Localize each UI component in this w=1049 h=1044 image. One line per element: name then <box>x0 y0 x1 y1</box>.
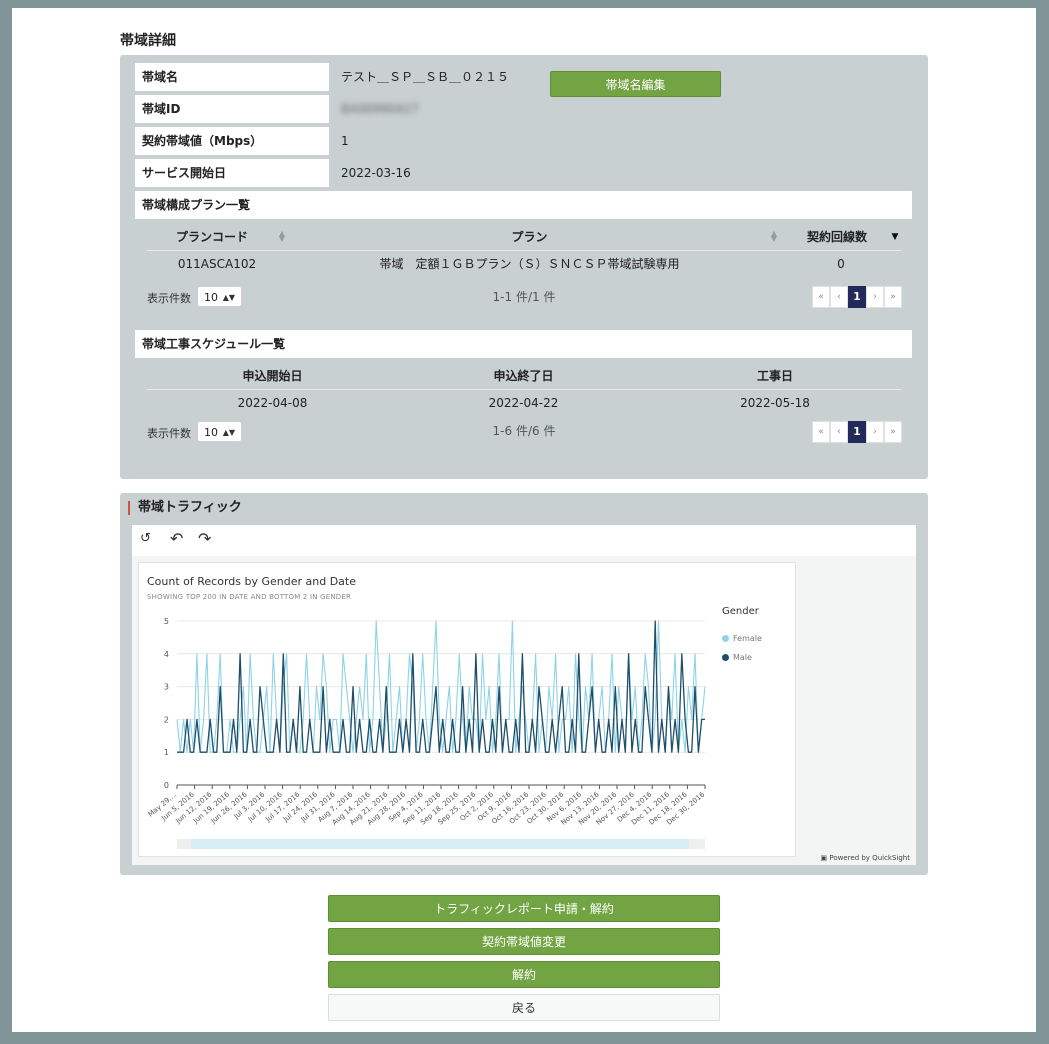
change-bandwidth-button[interactable]: 契約帯域値変更 <box>328 928 720 955</box>
start-date-label: サービス開始日 <box>135 159 329 187</box>
id-value: BA00990427 <box>341 102 419 116</box>
back-button[interactable]: 戻る <box>328 994 720 1021</box>
plan-name-cell: 帯域 定額１ＧＢプラン（Ｓ）ＳＮＣＳＰ帯域試験専用 <box>379 257 680 271</box>
column-plan-code[interactable]: プランコード <box>147 224 277 250</box>
y-tick-label: 1 <box>164 748 169 757</box>
image-icon: ▣ <box>820 854 828 862</box>
redo-icon[interactable]: ↷ <box>198 529 211 548</box>
plan-code-cell: 011ASCA102 <box>177 257 257 271</box>
page-button-1[interactable]: 1 <box>848 421 866 443</box>
reset-icon[interactable]: ↺ <box>140 531 151 546</box>
last-page-button[interactable]: » <box>884 421 902 443</box>
quicksight-frame: ↺ ↶ ↷ Count of Records by Gender and Dat… <box>132 525 916 865</box>
apply-end-cell: 2022-04-22 <box>488 396 559 410</box>
next-page-button[interactable]: › <box>866 421 884 443</box>
y-tick-label: 2 <box>164 715 169 724</box>
y-tick-label: 0 <box>164 781 169 790</box>
detail-panel: 帯域名 テスト＿ＳＰ＿ＳＢ＿０２１５ 帯域名編集 帯域ID BA00990427… <box>120 55 928 479</box>
pagination: « ‹ 1 › » <box>812 421 902 443</box>
legend-label: Male <box>733 653 752 662</box>
legend-label: Female <box>733 634 762 643</box>
powered-by-quicksight: ▣ Powered by QuickSight <box>821 854 910 862</box>
page-button-1[interactable]: 1 <box>848 286 866 308</box>
plan-table: プランコード ▲ ▼ プラン ▲ ▼ 契約回線数 ▼ 011ASCA102 帯域 定… <box>147 224 901 278</box>
powered-by-text: Powered by QuickSight <box>829 854 910 862</box>
next-page-button[interactable]: › <box>866 286 884 308</box>
cancel-contract-button[interactable]: 解約 <box>328 961 720 988</box>
page: 帯域詳細 帯域名 テスト＿ＳＰ＿ＳＢ＿０２１５ 帯域名編集 帯域ID BA009… <box>12 8 1036 1032</box>
traffic-heading: 帯域トラフィック <box>128 501 242 515</box>
sort-icon[interactable]: ▲ ▼ <box>277 230 287 243</box>
scrollbar-thumb <box>191 839 689 849</box>
first-page-button[interactable]: « <box>812 286 830 308</box>
start-date-value: 2022-03-16 <box>341 166 411 180</box>
first-page-button[interactable]: « <box>812 421 830 443</box>
info-row-start-date: サービス開始日 2022-03-16 <box>135 159 912 187</box>
prev-page-button[interactable]: ‹ <box>830 286 848 308</box>
info-row-id: 帯域ID BA00990427 <box>135 95 912 123</box>
sort-icon[interactable]: ▲ ▼ <box>769 230 779 243</box>
edit-name-button[interactable]: 帯域名編集 <box>550 71 721 97</box>
info-row-name: 帯域名 テスト＿ＳＰ＿ＳＢ＿０２１５ 帯域名編集 <box>135 63 912 97</box>
page-title: 帯域詳細 <box>120 33 176 49</box>
sort-desc-icon[interactable]: ▼ <box>889 224 901 250</box>
pagination: « ‹ 1 › » <box>812 286 902 308</box>
legend-item-male[interactable]: Male <box>722 653 752 662</box>
bandwidth-value: 1 <box>341 134 349 148</box>
line-count-cell: 0 <box>837 257 845 271</box>
name-label: 帯域名 <box>135 63 329 91</box>
y-tick-label: 4 <box>164 650 169 659</box>
info-row-bandwidth: 契約帯域値（Mbps） 1 <box>135 127 912 155</box>
plan-table-header: プランコード ▲ ▼ プラン ▲ ▼ 契約回線数 ▼ <box>147 224 901 251</box>
traffic-report-button[interactable]: トラフィックレポート申請・解約 <box>328 895 720 922</box>
column-line-count[interactable]: 契約回線数 <box>787 224 887 250</box>
chart-visual[interactable]: Count of Records by Gender and Date SHOW… <box>138 562 796 857</box>
schedule-table-header: 申込開始日 申込終了日 工事日 <box>147 363 901 390</box>
quicksight-toolbar: ↺ ↶ ↷ <box>132 525 916 555</box>
name-value: テスト＿ＳＰ＿ＳＢ＿０２１５ <box>341 70 510 84</box>
table-row: 011ASCA102 帯域 定額１ＧＢプラン（Ｓ）ＳＮＣＳＰ帯域試験専用 0 <box>147 251 901 277</box>
column-plan[interactable]: プラン <box>287 224 772 250</box>
undo-icon[interactable]: ↶ <box>170 529 183 548</box>
traffic-panel: 帯域トラフィック ↺ ↶ ↷ Count of Records by Gende… <box>120 493 928 875</box>
legend-swatch <box>722 635 729 642</box>
id-label: 帯域ID <box>135 95 329 123</box>
legend-item-female[interactable]: Female <box>722 634 762 643</box>
bandwidth-label: 契約帯域値（Mbps） <box>135 127 329 155</box>
legend-title: Gender <box>722 606 759 617</box>
column-apply-start: 申込開始日 <box>242 369 303 383</box>
schedule-list-heading: 帯域工事スケジュール一覧 <box>135 330 912 358</box>
work-date-cell: 2022-05-18 <box>740 396 810 410</box>
schedule-table: 申込開始日 申込終了日 工事日 2022-04-08 2022-04-22 20… <box>147 363 901 417</box>
record-count: 1-1 件/1 件 <box>492 290 556 304</box>
prev-page-button[interactable]: ‹ <box>830 421 848 443</box>
column-work-date: 工事日 <box>756 369 793 383</box>
y-tick-label: 3 <box>164 683 169 692</box>
quicksight-canvas: Count of Records by Gender and Date SHOW… <box>132 556 916 865</box>
y-tick-label: 5 <box>164 617 169 626</box>
apply-start-cell: 2022-04-08 <box>237 396 308 410</box>
table-row: 2022-04-08 2022-04-22 2022-05-18 <box>147 390 901 416</box>
column-apply-end: 申込終了日 <box>493 369 554 383</box>
line-chart: 012345May 29,...Jun 5, 2016Jun 12, 2016J… <box>147 617 707 849</box>
plan-list-heading: 帯域構成プラン一覧 <box>135 191 912 219</box>
legend-swatch <box>722 654 729 661</box>
record-count: 1-6 件/6 件 <box>492 424 556 438</box>
last-page-button[interactable]: » <box>884 286 902 308</box>
